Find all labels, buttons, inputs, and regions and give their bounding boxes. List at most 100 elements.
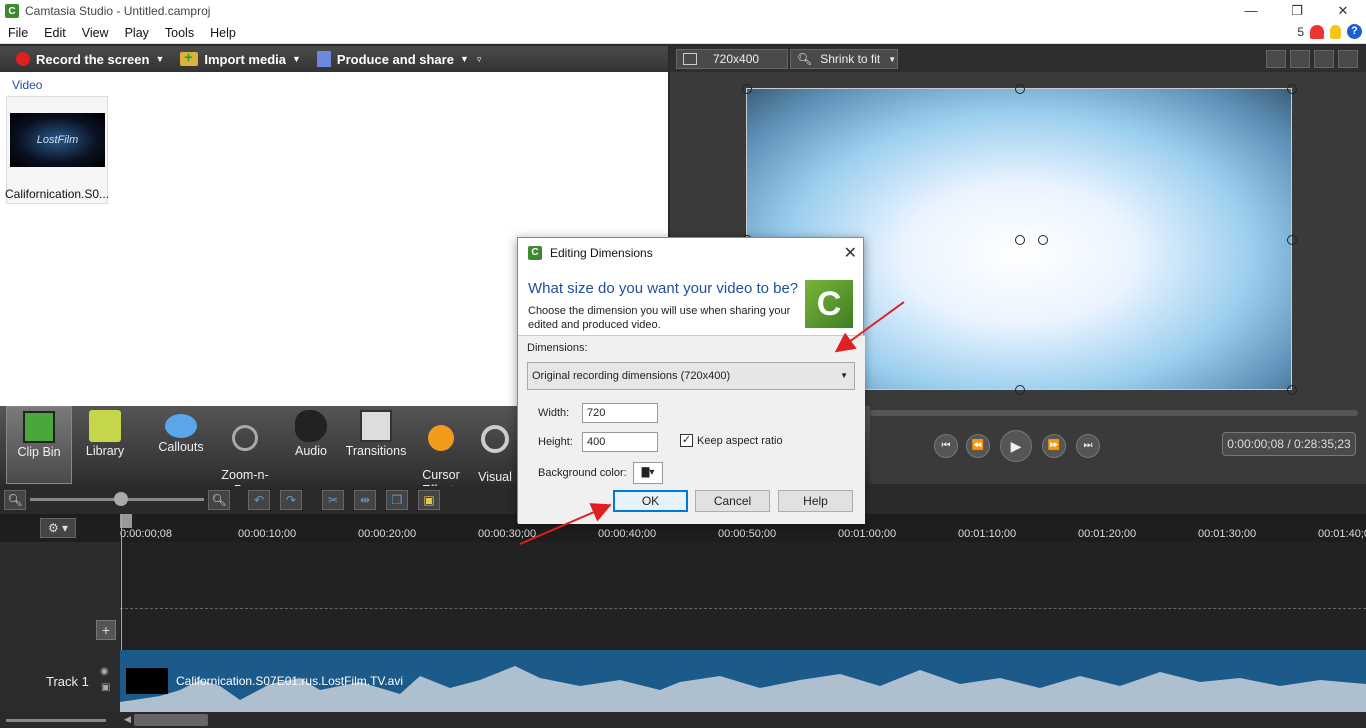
dimensions-button[interactable]: 720x400 [676, 49, 788, 69]
pan-hand-icon[interactable] [1290, 50, 1310, 68]
menu-tools[interactable]: Tools [157, 26, 202, 40]
camtasia-app-icon: C [528, 246, 542, 260]
keep-aspect-checkbox[interactable]: ✓ [680, 434, 693, 447]
eye-icon[interactable]: ◉ [100, 666, 109, 677]
chevron-down-icon: ▼ [888, 54, 897, 64]
minimize-icon[interactable]: — [1228, 0, 1274, 22]
tab-audio[interactable]: Audio [278, 406, 344, 484]
notification-count: 5 [1297, 24, 1304, 39]
maximize-icon[interactable]: ❐ [1274, 0, 1320, 22]
fullscreen-icon[interactable] [1314, 50, 1334, 68]
chevron-down-icon: ▼ [459, 54, 469, 64]
track-height-slider[interactable] [6, 719, 106, 722]
scroll-left-icon[interactable]: ◀ [124, 714, 131, 725]
menu-file[interactable]: File [0, 26, 36, 40]
main-toolbar: Record the screen ▼ Import media ▼ Produ… [0, 46, 668, 72]
lock-icon[interactable]: ▣ [101, 682, 110, 693]
zoom-out-icon[interactable]: 🔍︎ [4, 490, 26, 510]
chevron-down-icon: ▼ [291, 54, 301, 64]
ruler-tick: 00:00:20;00 [358, 528, 417, 540]
clip-name: Californication.S07E01.rus.LostFilm.TV.a… [176, 674, 403, 688]
ruler-tick: 00:01:00;00 [838, 528, 897, 540]
height-field[interactable]: 400 [582, 432, 658, 452]
speaker-icon [295, 410, 327, 442]
ruler-tick: 00:01:40;00 [1318, 528, 1366, 540]
skip-back-icon[interactable]: ⏮ [934, 434, 958, 458]
resize-handle[interactable] [1287, 385, 1297, 395]
redo-icon[interactable]: ↷ [280, 490, 302, 510]
skip-forward-icon[interactable]: ⏭ [1076, 434, 1100, 458]
transitions-icon [360, 410, 392, 442]
scrollbar-thumb[interactable] [134, 714, 208, 726]
overflow-icon[interactable]: ▿ [477, 54, 482, 65]
tab-callouts[interactable]: Callouts [148, 406, 214, 484]
paste-icon[interactable]: ▣ [418, 490, 440, 510]
menu-play[interactable]: Play [117, 26, 157, 40]
dimensions-select[interactable]: Original recording dimensions (720x400) … [527, 362, 855, 390]
clip-thumbnail: LostFilm [10, 113, 105, 167]
rotate-handle[interactable] [1038, 235, 1048, 245]
cursor-effects-icon [428, 425, 454, 451]
undo-icon[interactable]: ↶ [248, 490, 270, 510]
rewind-icon[interactable]: ⏪ [966, 434, 990, 458]
title-bar: C Camtasia Studio - Untitled.camproj — ❐… [0, 0, 1366, 22]
tab-zoom-n-pan[interactable]: Zoom-n- Pan [212, 406, 278, 497]
detach-icon[interactable] [1338, 50, 1358, 68]
help-button[interactable]: Help [778, 490, 853, 512]
resize-handle[interactable] [742, 84, 752, 94]
crop-icon[interactable] [1266, 50, 1286, 68]
resize-handle[interactable] [1287, 235, 1297, 245]
resize-handle[interactable] [1015, 385, 1025, 395]
timeline-scrollbar[interactable]: ◀ [0, 712, 1366, 728]
copy-icon[interactable]: ❐ [386, 490, 408, 510]
zoom-dropdown[interactable]: 🔍︎ Shrink to fit ▼ [790, 49, 898, 69]
play-icon[interactable]: ▶ [1000, 430, 1032, 462]
add-track-button[interactable]: + [96, 620, 116, 640]
timeline-empty-area[interactable]: + [0, 514, 1366, 704]
zoom-in-icon[interactable]: 🔍︎ [208, 490, 230, 510]
record-icon [16, 52, 30, 66]
dialog-title-bar: C Editing Dimensions ✕ [518, 238, 865, 268]
preview-scrubber[interactable] [870, 410, 1358, 416]
import-media-button[interactable]: Import media ▼ [172, 49, 309, 67]
resize-icon [683, 53, 697, 65]
produce-share-button[interactable]: Produce and share ▼ ▿ [309, 51, 490, 67]
menu-edit[interactable]: Edit [36, 26, 74, 40]
zoom-slider-handle[interactable] [114, 492, 128, 506]
ruler-tick: 00:00:50;00 [718, 528, 777, 540]
ruler-tick: 00:00:30;00 [478, 528, 537, 540]
help-icon[interactable]: ? [1347, 24, 1362, 39]
gear-icon[interactable]: ⚙ ▾ [40, 518, 76, 538]
resize-handle[interactable] [1015, 84, 1025, 94]
fast-forward-icon[interactable]: ⏩ [1042, 434, 1066, 458]
width-field[interactable]: 720 [582, 403, 658, 423]
close-icon[interactable]: ✕ [1320, 0, 1366, 22]
split-icon[interactable]: ⇹ [354, 490, 376, 510]
timeline-clip[interactable]: Californication.S07E01.rus.LostFilm.TV.a… [120, 650, 1366, 712]
tab-clip-bin[interactable]: Clip Bin [6, 406, 72, 484]
tab-library[interactable]: Library [72, 406, 138, 484]
close-icon[interactable]: ✕ [844, 243, 857, 263]
film-strip-icon [23, 411, 55, 443]
dialog-question: What size do you want your video to be? [528, 280, 799, 297]
cancel-button[interactable]: Cancel [695, 490, 770, 512]
background-color-button[interactable]: ▇▾ [633, 462, 663, 484]
lightbulb-icon[interactable] [1330, 24, 1341, 39]
cut-icon[interactable]: ✂ [322, 490, 344, 510]
dialog-title: Editing Dimensions [550, 246, 653, 260]
tab-transitions[interactable]: Transitions [342, 406, 410, 484]
bell-icon[interactable] [1310, 24, 1324, 39]
tab-cursor-effects[interactable]: Cursor Effects [408, 406, 474, 497]
preview-toolbar: 720x400 🔍︎ Shrink to fit ▼ [670, 46, 1366, 72]
menu-view[interactable]: View [74, 26, 117, 40]
record-screen-button[interactable]: Record the screen ▼ [0, 52, 172, 67]
resize-handle[interactable] [1287, 84, 1297, 94]
magnifier-icon [232, 425, 258, 451]
menu-help[interactable]: Help [202, 26, 244, 40]
clip-thumbnail [126, 668, 168, 694]
tab-visual-properties[interactable]: Visual Properties [472, 406, 518, 484]
center-handle[interactable] [1015, 235, 1025, 245]
ok-button[interactable]: OK [613, 490, 688, 512]
clip-item[interactable]: LostFilm Californication.S0... [5, 96, 109, 204]
ruler-tick: 00:00:40;00 [598, 528, 657, 540]
